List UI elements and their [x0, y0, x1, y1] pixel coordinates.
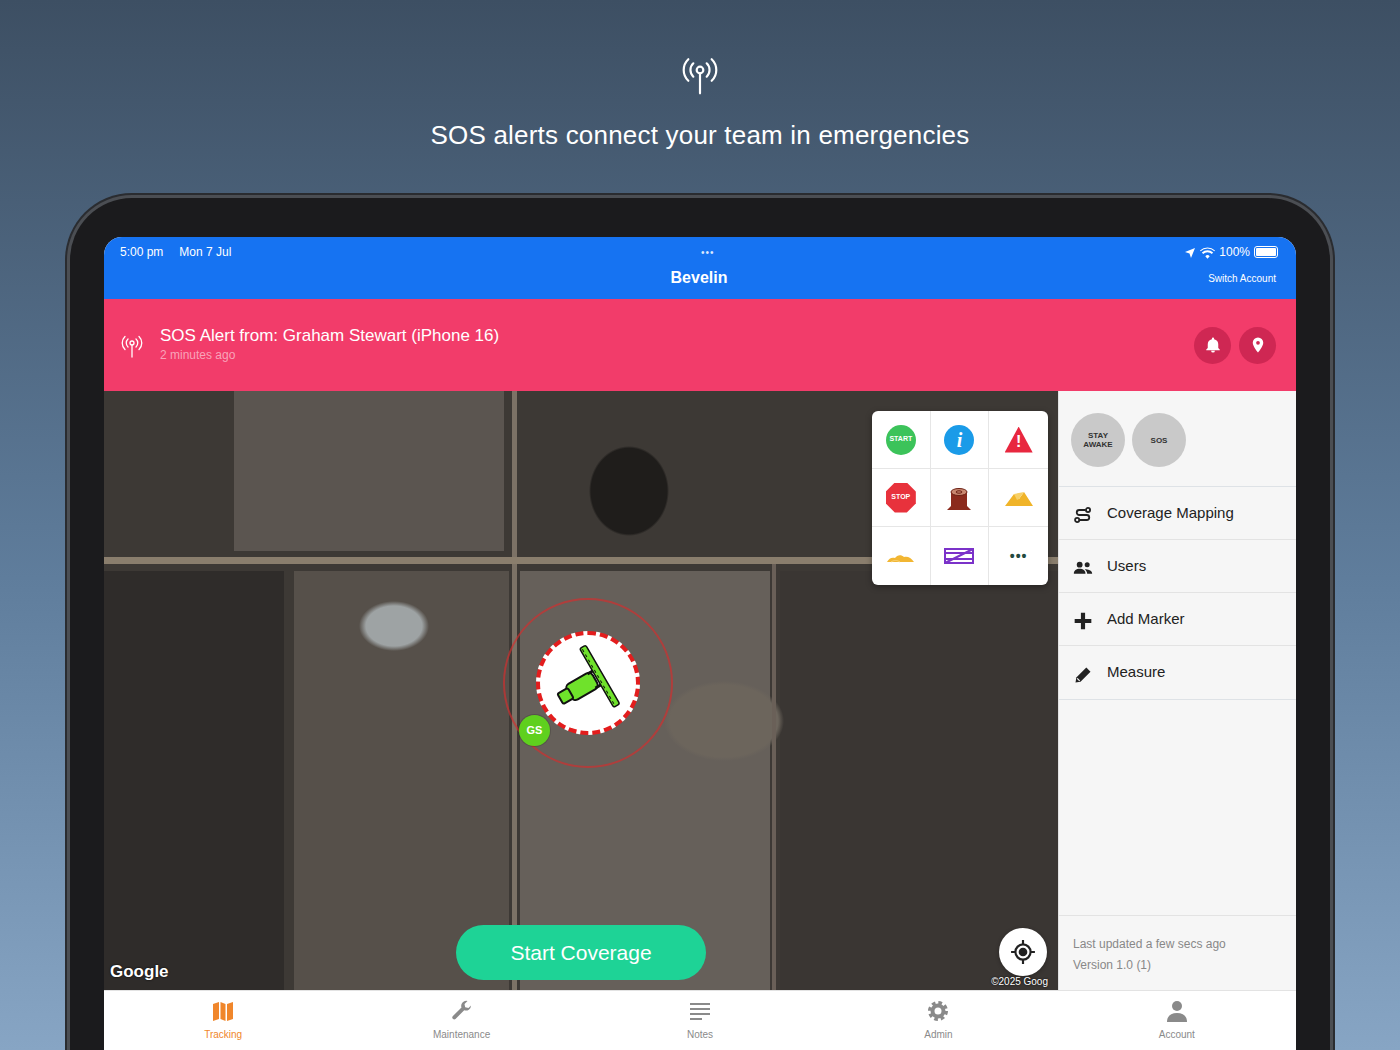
plus-icon	[1073, 609, 1093, 629]
marker-palette: START i! STOP •••	[872, 411, 1048, 585]
marker-option[interactable]: STOP	[872, 469, 931, 527]
marker-option[interactable]	[872, 527, 931, 585]
battery-fill	[1256, 248, 1276, 256]
map-copyright: ©2025 Goog	[991, 974, 1048, 989]
users-icon	[1073, 556, 1093, 576]
app-title: Bevelin	[671, 266, 728, 290]
marker-option[interactable]	[989, 469, 1048, 527]
marker-option[interactable]	[931, 527, 990, 585]
tablet-frame: 5:00 pm Mon 7 Jul ••• 100% Bevelin Switch Ac…	[70, 198, 1330, 1050]
tablet-screen: 5:00 pm Mon 7 Jul ••• 100% Bevelin Switch Ac…	[104, 237, 1296, 1050]
side-menu-item[interactable]: Users	[1059, 540, 1296, 593]
status-icons: 100%	[1184, 243, 1278, 261]
time: 5:00 pm	[120, 243, 163, 261]
side-footer: Last updated a few secs agoVersion 1.0 (…	[1059, 915, 1296, 990]
tab[interactable]: Admin	[819, 991, 1057, 1050]
bell-icon[interactable]	[1194, 327, 1231, 364]
sos-actions	[1194, 327, 1276, 364]
location-arrow-icon	[1184, 243, 1196, 261]
tab[interactable]: Notes	[581, 991, 819, 1050]
tab[interactable]: Maintenance	[342, 991, 580, 1050]
sos-message: SOS Alert from: Graham Stewart (iPhone 1…	[160, 326, 1194, 364]
tab[interactable]: Account	[1058, 991, 1296, 1050]
last-updated: Last updated a few secs ago	[1073, 934, 1282, 955]
stump-marker-icon	[943, 482, 975, 514]
sos-time: 2 minutes ago	[160, 346, 1194, 364]
marker-option[interactable]	[931, 469, 990, 527]
sos-broadcast-icon	[120, 333, 144, 357]
marker-option[interactable]: START	[872, 411, 931, 469]
side-menu: Coverage MappingUsersAdd MarkerMeasure	[1059, 486, 1296, 700]
quick-button[interactable]: SOS	[1132, 413, 1186, 467]
vehicle-marker[interactable]	[536, 631, 640, 735]
status-bar: 5:00 pm Mon 7 Jul ••• 100%	[120, 241, 1278, 263]
hill-marker-icon	[1003, 482, 1035, 514]
tab-bar: TrackingMaintenanceNotesAdminAccount	[104, 990, 1296, 1050]
map[interactable]: GS START i! STOP ••• Start Coverage Google ©202…	[104, 391, 1058, 990]
user-badge[interactable]: GS	[519, 715, 550, 746]
title-row: Bevelin Switch Account	[120, 263, 1278, 293]
more-markers: •••	[1010, 546, 1028, 567]
app-version: Version 1.0 (1)	[1073, 955, 1282, 976]
fence-marker-icon	[943, 540, 975, 572]
sos-title: SOS Alert from: Graham Stewart (iPhone 1…	[160, 326, 1194, 346]
date: Mon 7 Jul	[179, 243, 231, 261]
app-bar: 5:00 pm Mon 7 Jul ••• 100% Bevelin Switch Ac…	[104, 237, 1296, 299]
wrench-icon	[450, 999, 474, 1023]
notes-icon	[688, 999, 712, 1023]
sprayer-icon	[548, 643, 628, 723]
gear-icon	[926, 999, 950, 1023]
marker-option[interactable]: i	[931, 411, 990, 469]
wifi-icon	[1200, 243, 1215, 261]
info-marker-icon: i	[944, 425, 974, 455]
google-logo: Google	[110, 959, 169, 985]
battery-percent: 100%	[1219, 243, 1250, 261]
battery-icon	[1254, 246, 1278, 258]
warning-marker-icon: !	[1005, 427, 1033, 453]
map-icon	[211, 999, 235, 1023]
broadcast-icon	[680, 55, 720, 95]
main-area: GS START i! STOP ••• Start Coverage Google ©202…	[104, 391, 1296, 990]
stop-marker-icon: STOP	[886, 483, 916, 513]
marker-option[interactable]: !	[989, 411, 1048, 469]
person-icon	[1165, 999, 1189, 1023]
multitask-dots[interactable]: •••	[701, 245, 715, 260]
side-panel: STAY AWAKESOSCoverage MappingUsersAdd Ma…	[1058, 391, 1296, 990]
tab[interactable]: Tracking	[104, 991, 342, 1050]
quick-buttons: STAY AWAKESOS	[1059, 391, 1296, 486]
pencil-icon	[1073, 663, 1093, 683]
marker-option[interactable]: •••	[989, 527, 1048, 585]
headline: SOS alerts connect your team in emergenc…	[431, 119, 970, 151]
hero: SOS alerts connect your team in emergenc…	[0, 0, 1400, 198]
side-menu-item[interactable]: Add Marker	[1059, 593, 1296, 646]
sos-banner[interactable]: SOS Alert from: Graham Stewart (iPhone 1…	[104, 299, 1296, 391]
route-icon	[1073, 503, 1093, 523]
quick-button[interactable]: STAY AWAKE	[1071, 413, 1125, 467]
side-menu-item[interactable]: Coverage Mapping	[1059, 487, 1296, 540]
start-marker-icon: START	[886, 425, 916, 455]
sand-marker-icon	[885, 540, 917, 572]
switch-account-link[interactable]: Switch Account	[1208, 271, 1276, 286]
locate-icon[interactable]	[999, 928, 1047, 976]
side-menu-item[interactable]: Measure	[1059, 646, 1296, 699]
map-pin-icon[interactable]	[1239, 327, 1276, 364]
start-coverage-button[interactable]: Start Coverage	[456, 925, 706, 980]
clock: 5:00 pm Mon 7 Jul	[120, 243, 231, 261]
